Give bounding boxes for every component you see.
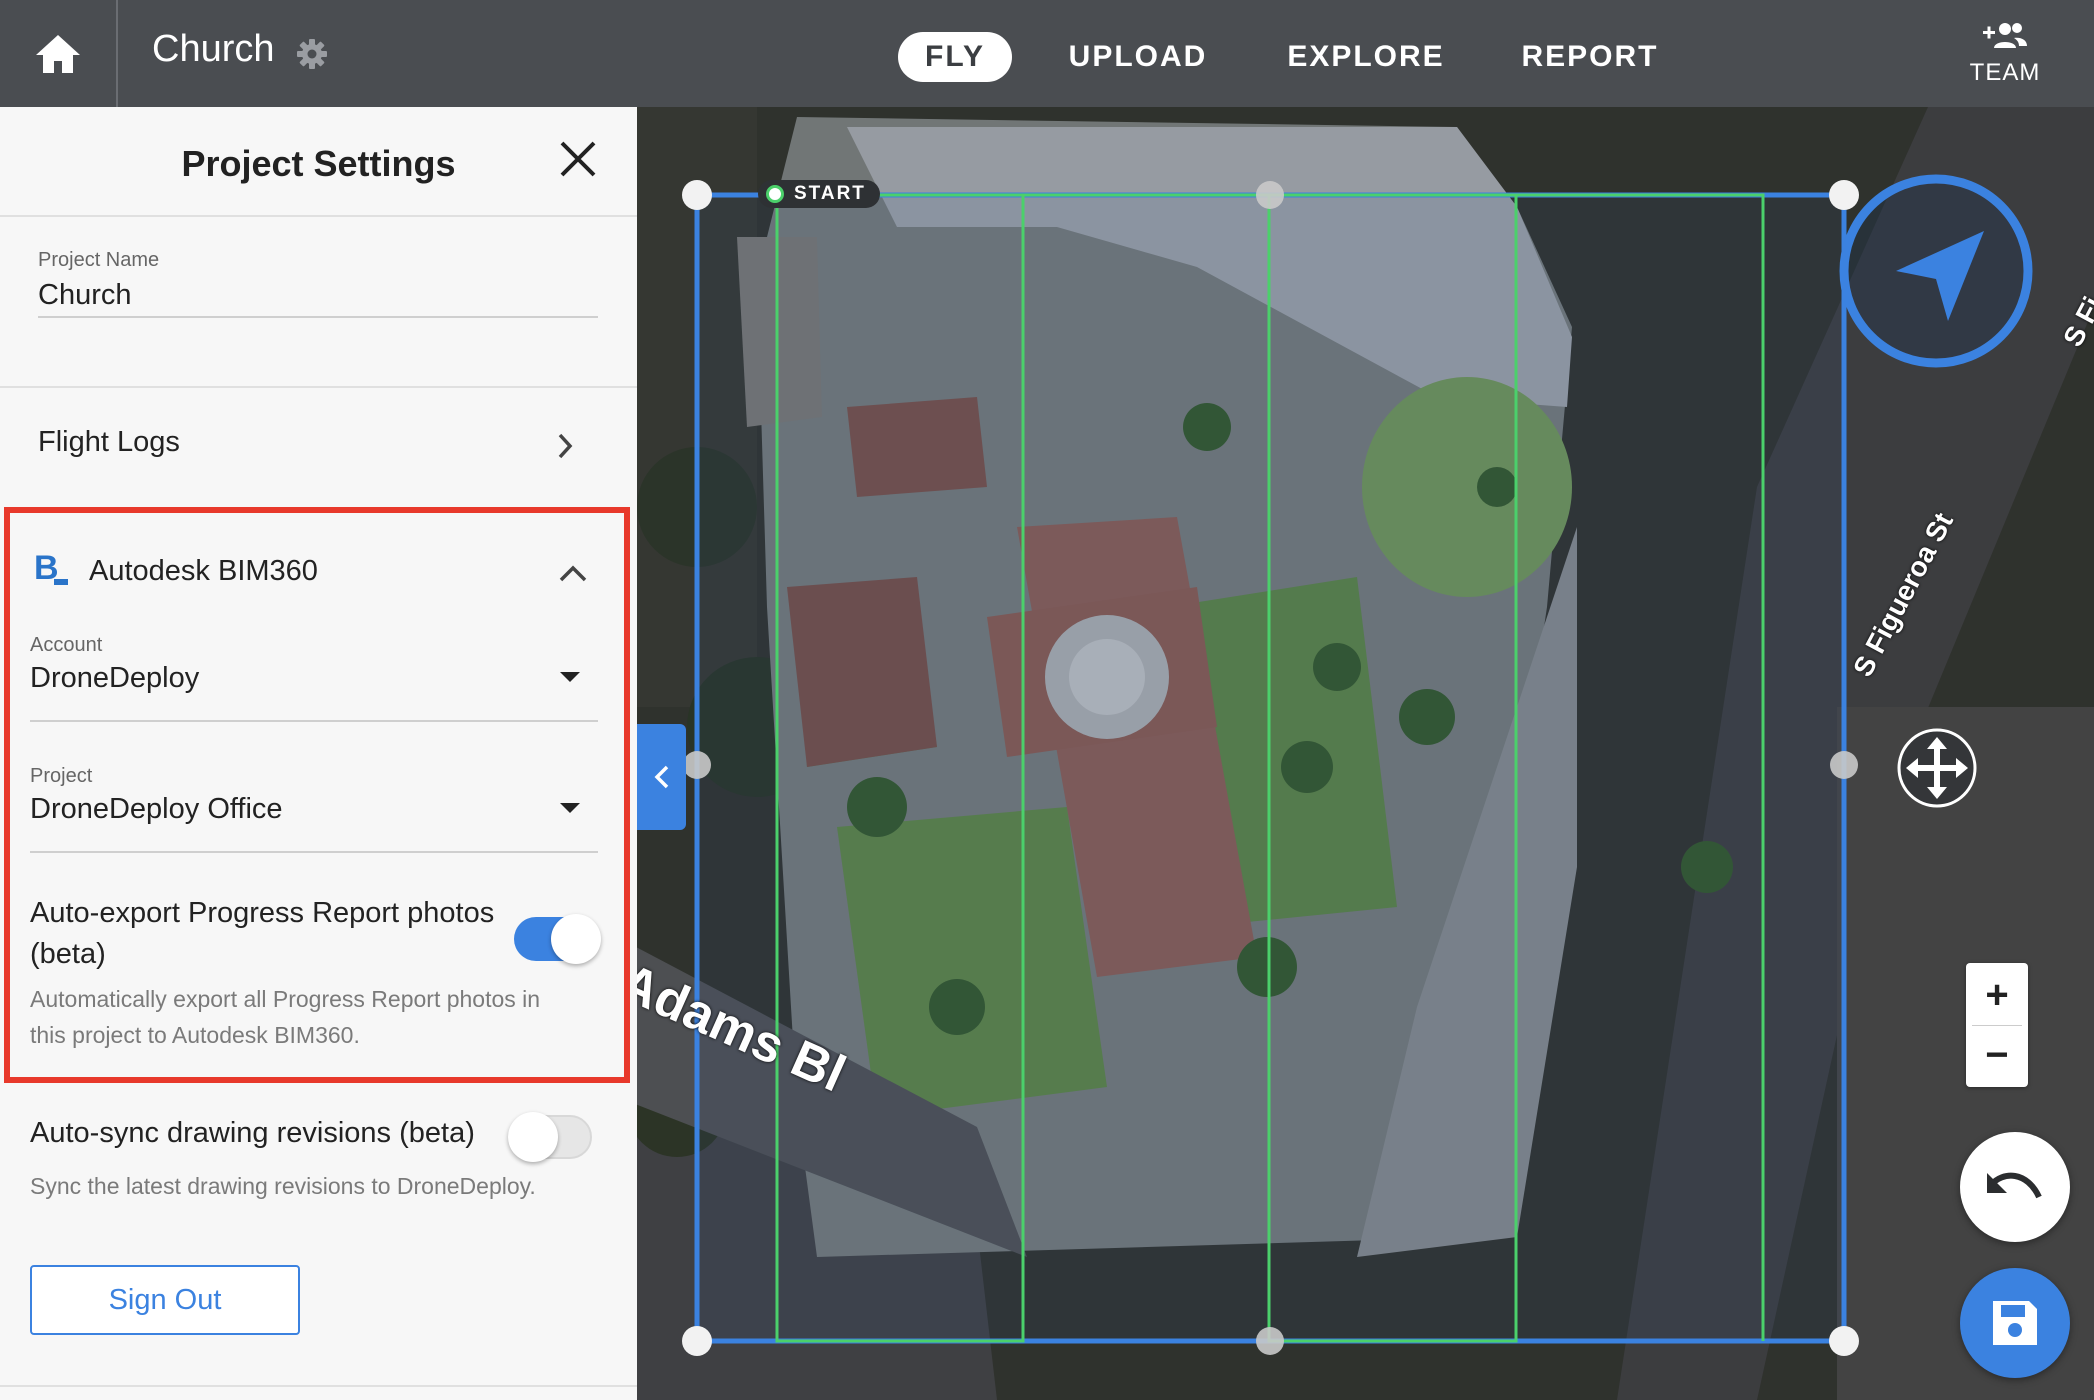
- compass-icon[interactable]: [1836, 171, 2036, 371]
- undo-icon: [1987, 1172, 2042, 1199]
- close-icon[interactable]: [556, 137, 600, 181]
- sign-out-button[interactable]: Sign Out: [30, 1265, 300, 1335]
- collapse-panel-button[interactable]: [637, 724, 686, 830]
- flight-logs-row[interactable]: Flight Logs: [0, 388, 637, 496]
- move-icon[interactable]: [1896, 727, 1978, 809]
- divider: [0, 1385, 637, 1387]
- team-label: TEAM: [1969, 59, 2041, 86]
- undo-button[interactable]: [1960, 1132, 2070, 1242]
- save-button[interactable]: [1960, 1268, 2070, 1378]
- divider: [30, 720, 598, 722]
- team-button[interactable]: TEAM: [1960, 20, 2050, 87]
- auto-sync-help: Sync the latest drawing revisions to Dro…: [30, 1173, 536, 1199]
- auto-export-label: Auto-export Progress Report photos: [30, 897, 495, 929]
- auto-export-label-beta: (beta): [30, 938, 106, 970]
- tab-explore[interactable]: EXPLORE: [1280, 32, 1452, 82]
- auto-sync-label: Auto-sync drawing revisions (beta): [30, 1117, 475, 1149]
- zoom-controls: + −: [1966, 963, 2028, 1087]
- tab-upload[interactable]: UPLOAD: [1056, 32, 1220, 82]
- project-label: Project: [30, 765, 93, 787]
- home-icon: [36, 34, 80, 73]
- map-view[interactable]: Adams Bl S Figueroa St S Fi: [637, 107, 2094, 1400]
- start-marker: START: [758, 180, 880, 208]
- auto-export-help: Automatically export all Progress Report…: [30, 986, 541, 1012]
- gear-icon[interactable]: [296, 38, 328, 70]
- project-name-label: Project Name: [38, 249, 160, 271]
- bim360-title: Autodesk BIM360: [89, 555, 318, 587]
- project-name-field[interactable]: Church: [38, 279, 132, 312]
- chevron-right-icon: [558, 433, 573, 459]
- caret-down-icon: [560, 672, 580, 682]
- project-title: Church: [152, 28, 275, 70]
- project-select[interactable]: Project DroneDeploy Office: [30, 753, 598, 853]
- start-label: START: [794, 183, 866, 204]
- add-team-icon: [1983, 23, 2027, 48]
- tab-fly[interactable]: FLY: [898, 32, 1012, 82]
- chevron-up-icon[interactable]: [558, 563, 588, 583]
- tab-report[interactable]: REPORT: [1510, 32, 1670, 82]
- zoom-in-button[interactable]: +: [1966, 965, 2028, 1025]
- toggle-knob: [551, 914, 601, 964]
- divider: [38, 316, 598, 318]
- zoom-out-button[interactable]: −: [1966, 1025, 2028, 1085]
- start-dot-icon: [766, 185, 784, 203]
- caret-down-icon: [560, 803, 580, 813]
- account-value: DroneDeploy: [30, 662, 200, 694]
- save-icon: [1993, 1301, 2037, 1345]
- account-label: Account: [30, 634, 103, 656]
- auto-export-toggle[interactable]: [514, 914, 601, 964]
- bim360-logo: B: [30, 547, 70, 589]
- auto-export-help-line2: this project to Autodesk BIM360.: [30, 1022, 360, 1048]
- project-settings-panel: Project Settings Project Name Church Fli…: [0, 107, 637, 1400]
- home-button[interactable]: [0, 0, 118, 107]
- panel-header: Project Settings: [0, 107, 637, 217]
- flight-logs-label: Flight Logs: [38, 426, 180, 458]
- auto-sync-toggle[interactable]: [508, 1112, 592, 1162]
- chevron-left-icon: [654, 765, 668, 789]
- project-value: DroneDeploy Office: [30, 793, 283, 825]
- divider: [30, 851, 598, 853]
- account-select[interactable]: Account DroneDeploy: [30, 622, 598, 722]
- panel-title: Project Settings: [181, 143, 456, 184]
- toggle-knob: [508, 1112, 558, 1162]
- top-bar: Church FLY UPLOAD EXPLORE REPORT TEAM: [0, 0, 2094, 107]
